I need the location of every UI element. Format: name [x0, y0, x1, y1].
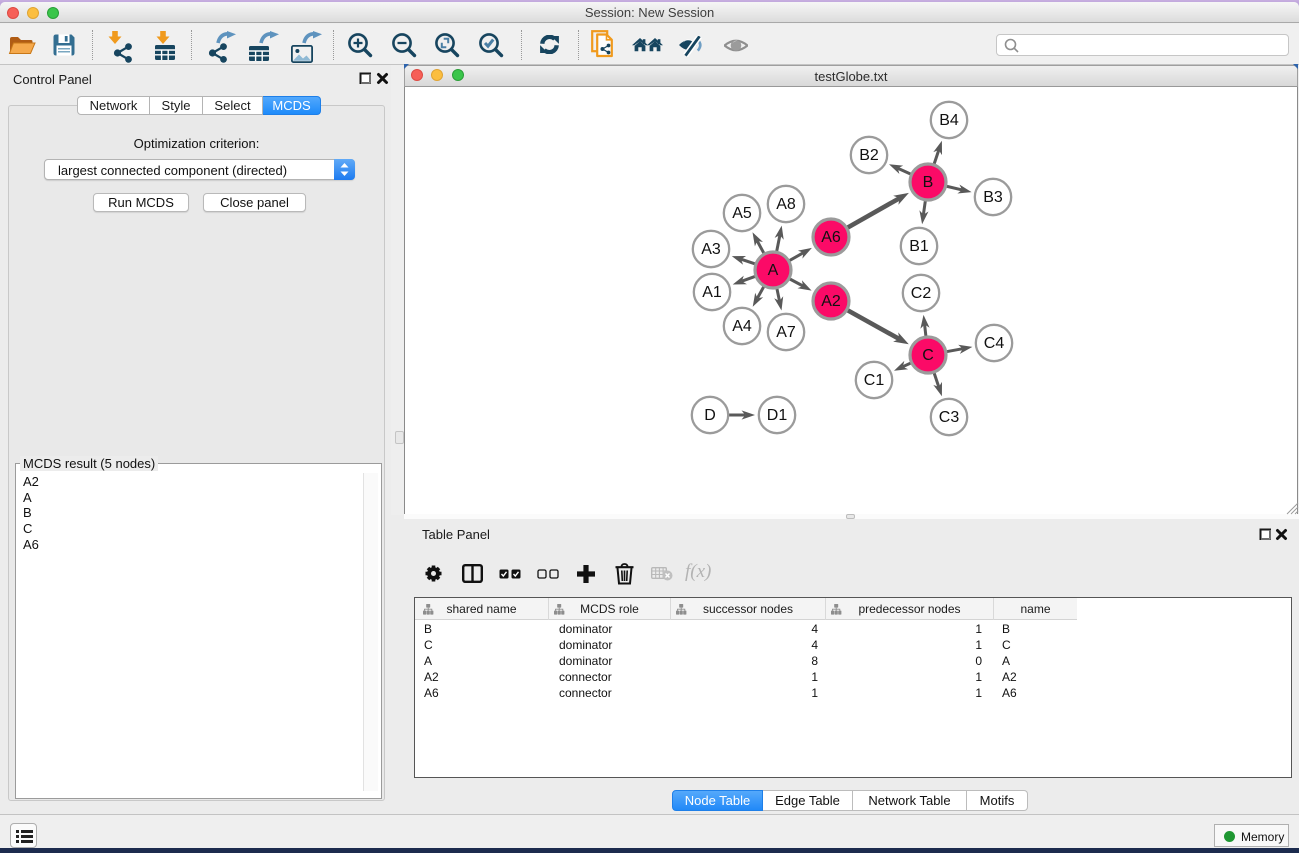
- svg-text:B: B: [923, 174, 934, 191]
- svg-text:C1: C1: [864, 372, 885, 389]
- svg-text:D1: D1: [767, 407, 788, 424]
- svg-text:A8: A8: [776, 196, 796, 213]
- svg-text:B3: B3: [983, 189, 1003, 206]
- svg-text:C4: C4: [984, 335, 1005, 352]
- svg-text:C: C: [922, 347, 934, 364]
- svg-text:A4: A4: [732, 318, 752, 335]
- svg-text:A7: A7: [776, 324, 796, 341]
- svg-text:A2: A2: [821, 293, 841, 310]
- svg-text:C2: C2: [911, 285, 932, 302]
- svg-text:C3: C3: [939, 409, 960, 426]
- svg-text:B2: B2: [859, 147, 879, 164]
- svg-text:A1: A1: [702, 284, 722, 301]
- svg-text:A3: A3: [701, 241, 721, 258]
- svg-text:D: D: [704, 407, 716, 424]
- svg-text:A5: A5: [732, 205, 752, 222]
- svg-text:B1: B1: [909, 238, 929, 255]
- svg-text:A: A: [768, 262, 779, 279]
- svg-text:A6: A6: [821, 229, 841, 246]
- svg-text:B4: B4: [939, 112, 959, 129]
